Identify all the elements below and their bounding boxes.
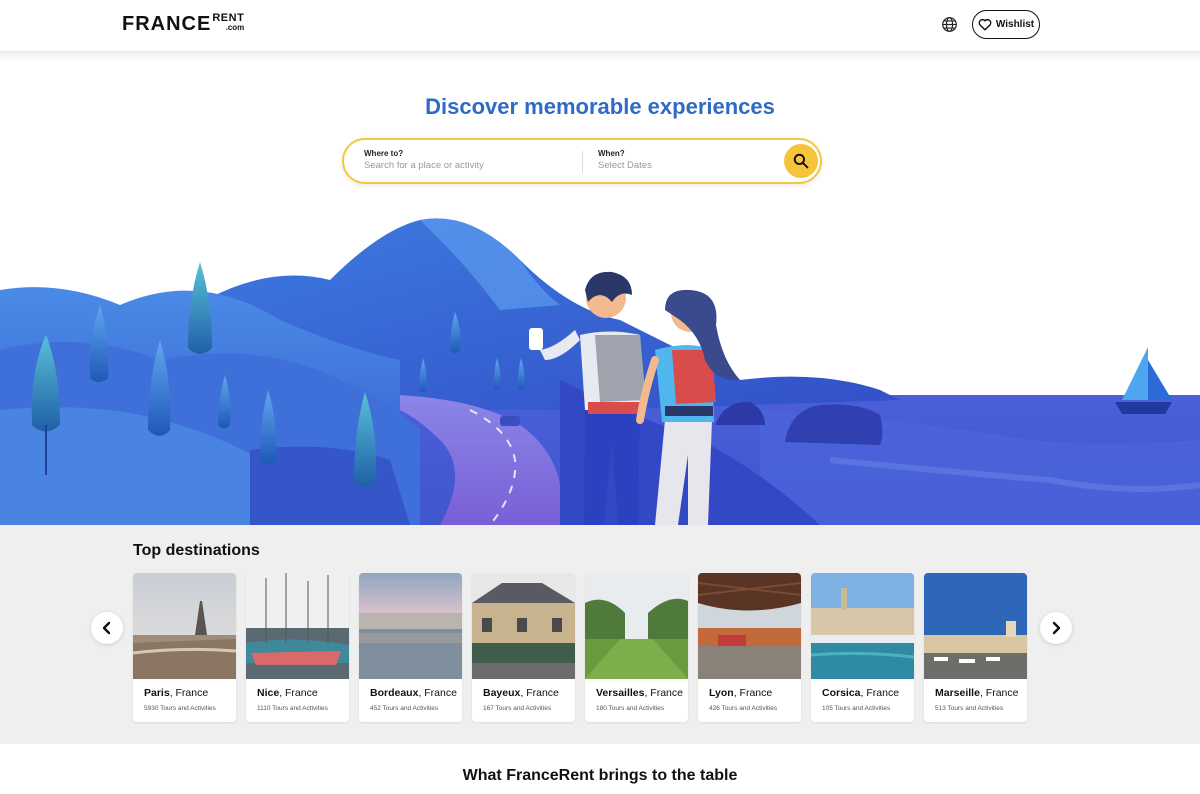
city-name: Nice	[257, 687, 280, 699]
paris-photo	[133, 573, 236, 679]
chevron-right-icon	[1052, 621, 1061, 635]
search-button[interactable]	[784, 144, 818, 178]
country-name: , France	[279, 687, 318, 699]
destination-card[interactable]: Paris, France 5930 Tours and Activities	[133, 573, 236, 722]
city-name: Bayeux	[483, 687, 521, 699]
card-title: Marseille, France	[924, 679, 1024, 699]
tour-count: 5930 Tours and Activities	[144, 705, 216, 712]
card-title: Bordeaux, France	[359, 679, 459, 699]
when-label: When?	[598, 149, 625, 158]
card-title: Versailles, France	[585, 679, 685, 699]
card-title: Corsica, France	[811, 679, 911, 699]
where-input[interactable]	[364, 160, 564, 171]
globe-icon[interactable]	[941, 16, 958, 33]
logo-rent: RENT	[212, 12, 245, 24]
destination-card[interactable]: Nice, France 1110 Tours and Activities	[246, 573, 349, 722]
hero-illustration	[0, 218, 1200, 525]
heart-icon	[978, 18, 992, 31]
city-name: Paris	[144, 687, 170, 699]
logo-com: .com	[225, 23, 245, 32]
tour-count: 1110 Tours and Activities	[257, 705, 328, 712]
wishlist-label: Wishlist	[995, 19, 1035, 30]
card-title: Paris, France	[133, 679, 233, 699]
chevron-left-icon	[102, 621, 111, 635]
destination-card[interactable]: Versailles, France 180 Tours and Activit…	[585, 573, 688, 722]
logo-suffix: RENT .com	[212, 12, 245, 33]
tour-count: 513 Tours and Activities	[935, 705, 1004, 712]
card-title: Lyon, France	[698, 679, 798, 699]
tour-count: 167 Tours and Activities	[483, 705, 552, 712]
corsica-photo	[811, 573, 914, 679]
search-divider	[582, 151, 583, 173]
nice-photo	[246, 573, 349, 679]
country-name: , France	[418, 687, 457, 699]
city-name: Bordeaux	[370, 687, 419, 699]
destination-carousel: Paris, France 5930 Tours and Activities …	[133, 573, 1027, 722]
card-title: Nice, France	[246, 679, 346, 699]
country-name: , France	[169, 687, 209, 699]
where-label: Where to?	[364, 149, 404, 158]
top-header: FRANCE RENT .com Wishlist	[0, 0, 1200, 51]
city-name: Versailles	[596, 687, 645, 699]
country-name: , France	[733, 687, 773, 699]
when-input[interactable]	[598, 160, 758, 171]
destination-card[interactable]: Marseille, France 513 Tours and Activiti…	[924, 573, 1027, 722]
bordeaux-photo	[359, 573, 462, 679]
marseille-photo	[924, 573, 1027, 679]
destination-card[interactable]: Lyon, France 426 Tours and Activities	[698, 573, 801, 722]
city-name: Corsica	[822, 687, 861, 699]
benefits-section-title: What FranceRent brings to the table	[462, 767, 738, 784]
wishlist-button[interactable]: Wishlist	[972, 10, 1040, 39]
city-name: Lyon	[709, 687, 734, 699]
tour-count: 105 Tours and Activities	[822, 705, 891, 712]
country-name: , France	[860, 687, 900, 699]
country-name: , France	[520, 687, 559, 699]
section-title: Top destinations	[133, 542, 260, 559]
top-destinations-section: Top destinations Paris, France 5930 Tour…	[0, 525, 1200, 744]
hero-title: Discover memorable experiences	[425, 94, 775, 119]
tour-count: 180 Tours and Activities	[596, 705, 665, 712]
where-field[interactable]: Where to?	[364, 149, 564, 171]
carousel-prev-button[interactable]	[91, 612, 123, 644]
carousel-next-button[interactable]	[1040, 612, 1072, 644]
versailles-photo	[585, 573, 688, 679]
header-shadow-band	[0, 51, 1200, 64]
country-name: , France	[644, 687, 683, 699]
city-name: Marseille	[935, 687, 980, 699]
card-title: Bayeux, France	[472, 679, 572, 699]
tour-count: 452 Tours and Activities	[370, 705, 439, 712]
destination-card[interactable]: Corsica, France 105 Tours and Activities	[811, 573, 914, 722]
logo-wordmark: FRANCE	[122, 13, 212, 35]
country-name: , France	[979, 687, 1019, 699]
bayeux-photo	[472, 573, 575, 679]
search-bar: Where to? When?	[342, 138, 822, 184]
when-field[interactable]: When?	[598, 149, 758, 171]
lyon-photo	[698, 573, 801, 679]
search-icon	[793, 153, 809, 169]
tour-count: 426 Tours and Activities	[709, 705, 778, 712]
destination-card[interactable]: Bordeaux, France 452 Tours and Activitie…	[359, 573, 462, 722]
destination-card[interactable]: Bayeux, France 167 Tours and Activities	[472, 573, 575, 722]
francerent-logo[interactable]: FRANCE RENT .com	[122, 12, 245, 35]
